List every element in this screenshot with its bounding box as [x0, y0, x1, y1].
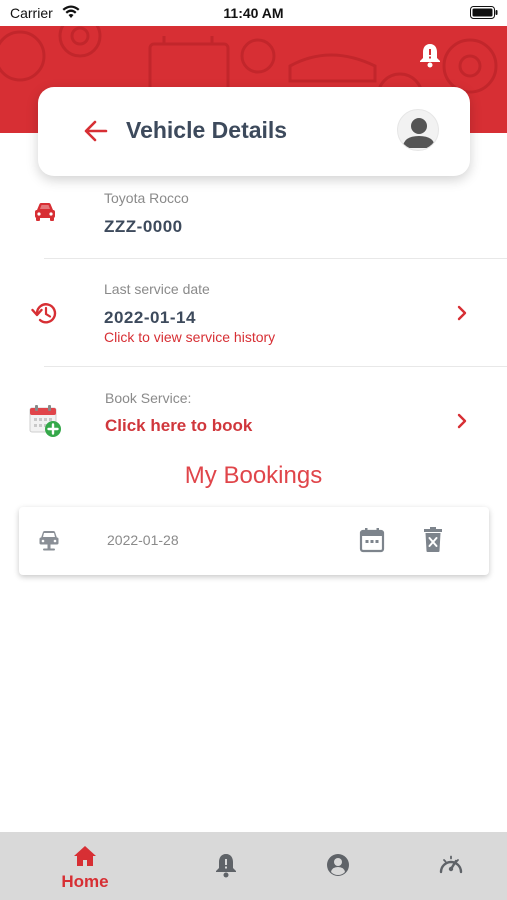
booking-date: 2022-01-28 — [107, 532, 179, 548]
tab-bar: Home — [0, 832, 507, 900]
tab-notifications[interactable] — [176, 832, 276, 900]
back-arrow-icon[interactable] — [84, 120, 108, 142]
battery-icon — [470, 6, 498, 19]
account-icon — [327, 854, 349, 876]
service-history-link[interactable]: Click to view service history — [104, 329, 275, 345]
delete-icon[interactable] — [422, 527, 444, 553]
history-icon — [31, 303, 57, 324]
car-icon — [35, 203, 55, 221]
title-card: Vehicle Details — [38, 87, 470, 176]
service-gauge-icon — [439, 855, 463, 874]
vehicle-model: Toyota Rocco — [104, 190, 189, 206]
booking-card[interactable]: 2022-01-28 — [19, 507, 489, 575]
car-front-icon — [39, 531, 59, 551]
book-service-link[interactable]: Click here to book — [105, 416, 252, 436]
home-icon — [74, 846, 96, 866]
tab-home-label: Home — [61, 872, 109, 891]
service-history-row[interactable]: Last service date 2022-01-14 Click to vi… — [0, 268, 507, 366]
service-label: Last service date — [104, 281, 210, 297]
tab-service[interactable] — [400, 832, 500, 900]
calendar-icon[interactable] — [359, 527, 385, 553]
page-title: Vehicle Details — [126, 117, 288, 143]
book-service-row[interactable]: Book Service: Click here to book — [0, 376, 507, 456]
vehicle-plate: ZZZ-0000 — [104, 217, 183, 236]
tab-home[interactable]: Home — [35, 832, 135, 900]
chevron-right-icon[interactable] — [455, 413, 469, 429]
notification-bell-icon[interactable] — [418, 42, 442, 68]
bookings-title: My Bookings — [184, 462, 323, 489]
book-service-label: Book Service: — [105, 390, 192, 406]
divider — [44, 258, 507, 259]
notification-bell-icon — [216, 854, 236, 878]
status-bar: Carrier 11:40 AM — [0, 0, 507, 26]
status-time: 11:40 AM — [223, 5, 284, 21]
user-avatar-icon[interactable] — [397, 109, 439, 151]
calendar-add-icon — [29, 405, 61, 437]
tab-account[interactable] — [288, 832, 388, 900]
chevron-right-icon[interactable] — [455, 305, 469, 321]
service-date: 2022-01-14 — [104, 308, 196, 327]
divider — [44, 366, 507, 367]
vehicle-row: Toyota Rocco ZZZ-0000 — [0, 180, 507, 258]
